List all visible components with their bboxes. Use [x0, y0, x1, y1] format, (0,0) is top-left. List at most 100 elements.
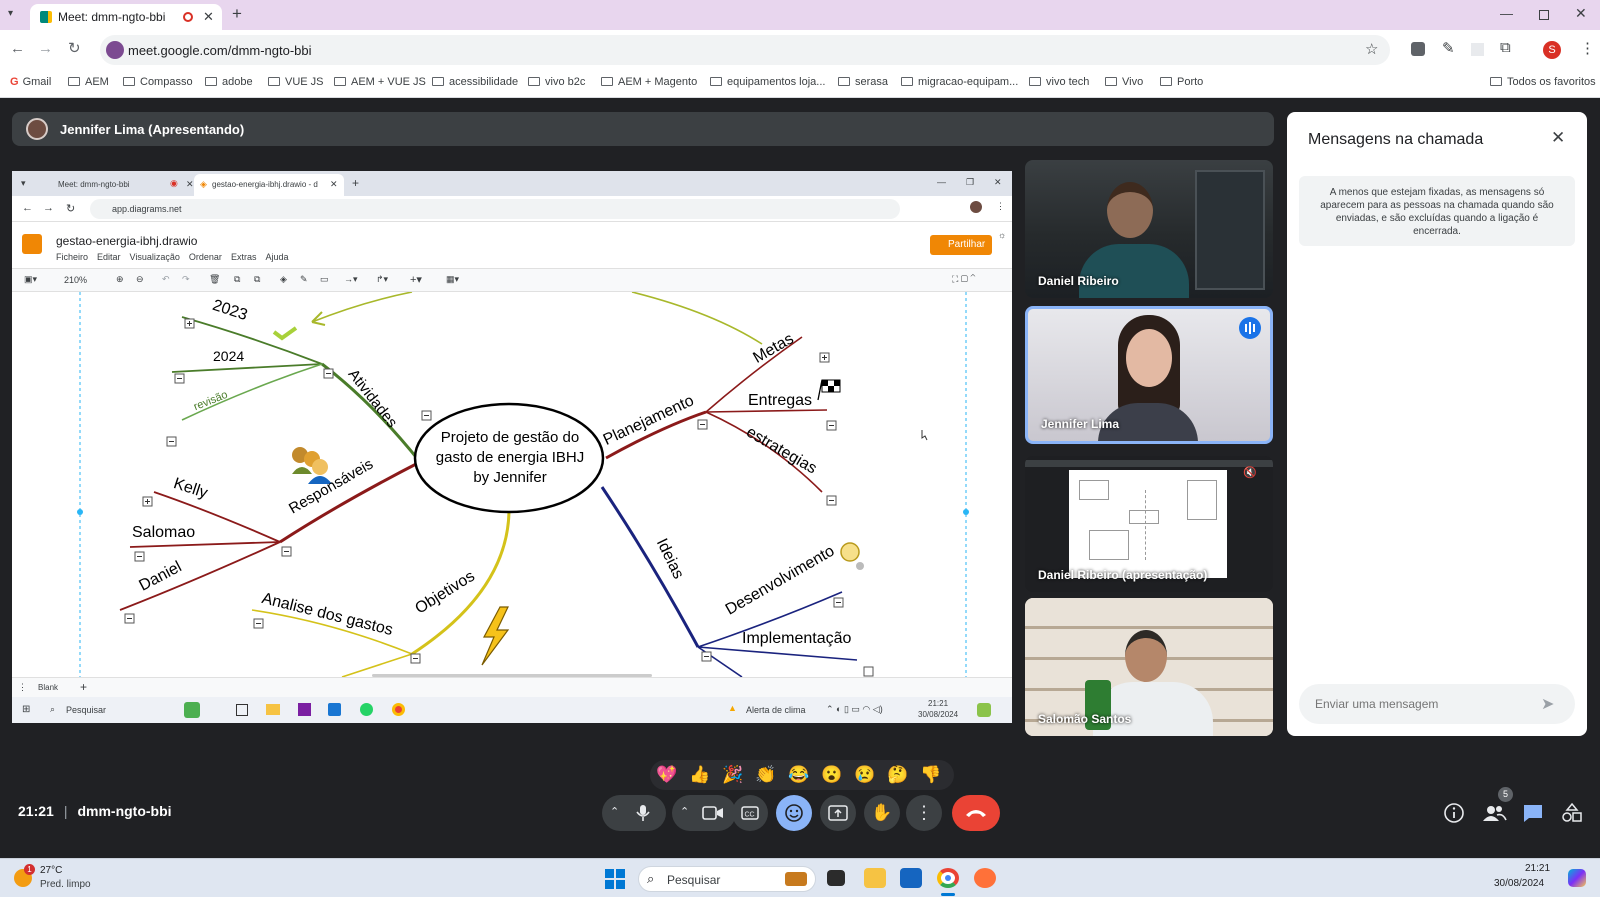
window-close-icon[interactable]: ✕: [1575, 5, 1587, 22]
people-button[interactable]: 5: [1480, 787, 1513, 825]
fullscreen-icon: ⛶ ▢ ⌃: [952, 274, 976, 284]
meeting-info-icon[interactable]: [1440, 801, 1468, 825]
reaction-thinking[interactable]: 🤔: [885, 764, 911, 786]
search-icon: ⌕: [647, 871, 655, 886]
forward-icon: →: [43, 202, 54, 214]
send-icon[interactable]: ➤: [1541, 694, 1554, 714]
tab-list-dropdown-icon[interactable]: ▾: [8, 8, 22, 22]
emoji-reactions-button[interactable]: [776, 795, 812, 831]
folder-icon: [1029, 77, 1041, 86]
captions-button[interactable]: CC: [732, 795, 768, 831]
raise-hand-button[interactable]: ✋: [864, 795, 900, 831]
notification-icon: [977, 703, 991, 717]
delete-icon: 🗑: [209, 274, 221, 284]
bookmark-folder[interactable]: AEM + VUE JS: [334, 76, 426, 88]
recording-indicator-icon: ◉: [170, 178, 178, 188]
bookmark-folder[interactable]: migracao-equipam...: [901, 76, 1018, 88]
extension-blank-icon[interactable]: [1471, 43, 1484, 56]
participant-tile-presentation[interactable]: 🔇 Daniel Ribeiro (apresentação): [1025, 456, 1273, 592]
weather-widget[interactable]: 1 27°C Pred. limpo: [14, 862, 124, 894]
meeting-time-code: 21:21 | dmm-ngto-bbi: [18, 803, 172, 819]
firefox-icon[interactable]: [974, 868, 996, 888]
bookmark-star-icon[interactable]: ☆: [1365, 40, 1378, 58]
bookmark-folder[interactable]: vivo tech: [1029, 76, 1089, 88]
end-call-button[interactable]: [952, 795, 1000, 831]
camera-icon[interactable]: [702, 806, 724, 820]
restore-icon[interactable]: [1539, 10, 1549, 20]
bookmark-folder[interactable]: adobe: [205, 76, 253, 88]
reactions-bar: 💖 👍 🎉 👏 😂 😮 😢 🤔 👎: [650, 760, 954, 790]
bookmark-folder[interactable]: AEM + Magento: [601, 76, 697, 88]
bookmark-folder[interactable]: Porto: [1160, 76, 1203, 88]
bookmark-folder[interactable]: AEM: [68, 76, 109, 88]
reaction-thumbs-down[interactable]: 👎: [918, 764, 944, 786]
reaction-heart[interactable]: 💖: [654, 764, 680, 786]
reaction-laugh[interactable]: 😂: [786, 764, 812, 786]
reaction-surprised[interactable]: 😮: [819, 764, 845, 786]
present-button[interactable]: [820, 795, 856, 831]
browser-menu-icon: ⋮: [996, 201, 1005, 211]
mouse-cursor-icon: [921, 430, 928, 441]
reaction-party[interactable]: 🎉: [720, 764, 746, 786]
reaction-thumbs-up[interactable]: 👍: [687, 764, 713, 786]
bookmark-folder[interactable]: acessibilidade: [432, 76, 518, 88]
browser-menu-icon[interactable]: ⋮: [1580, 39, 1595, 57]
whatsapp-icon: [360, 703, 373, 716]
bookmark-folder[interactable]: VUE JS: [268, 76, 324, 88]
more-options-button[interactable]: ⋮: [906, 795, 942, 831]
participant-tile[interactable]: Salomão Santos: [1025, 598, 1273, 736]
mic-icon[interactable]: [635, 804, 651, 822]
folder-icon: [901, 77, 913, 86]
taskbar-clock-time[interactable]: 21:21: [1525, 863, 1550, 874]
emoji-icon: [785, 804, 803, 822]
more-icon: ⋮: [915, 802, 933, 823]
all-bookmarks[interactable]: Todos os favoritos: [1490, 76, 1596, 88]
address-bar[interactable]: meet.google.com/dmm-ngto-bbi ☆: [100, 35, 1390, 65]
participant-tile[interactable]: Daniel Ribeiro: [1025, 160, 1273, 298]
windows-start-icon[interactable]: [605, 869, 625, 889]
reaction-sad[interactable]: 😢: [852, 764, 878, 786]
minimize-icon[interactable]: —: [1500, 6, 1513, 21]
site-info-icon[interactable]: [106, 41, 124, 59]
taskbar-clock-date[interactable]: 30/08/2024: [1494, 878, 1544, 889]
eyedropper-icon[interactable]: ✎: [1442, 39, 1455, 57]
bookmark-folder[interactable]: Vivo: [1105, 76, 1143, 88]
shared-screen[interactable]: ▾ Meet: dmm-ngto-bbi ◉ ✕ ◈ gestao-energi…: [12, 171, 1012, 723]
chat-info-text: A menos que estejam fixadas, as mensagen…: [1299, 176, 1575, 246]
bookmark-folder[interactable]: vivo b2c: [528, 76, 585, 88]
task-view-icon[interactable]: [827, 870, 845, 886]
activities-icon[interactable]: [1558, 801, 1586, 825]
bookmark-gmail[interactable]: G Gmail: [10, 76, 51, 88]
presentation-thumbnail-page: [1069, 470, 1227, 578]
chrome-taskbar-icon[interactable]: [937, 868, 959, 888]
new-tab-icon[interactable]: +: [232, 4, 242, 24]
tab-close-icon[interactable]: ✕: [203, 9, 214, 25]
browser-tab-meet[interactable]: Meet: dmm-ngto-bbi ✕: [30, 4, 222, 30]
bookmark-folder[interactable]: Compasso: [123, 76, 193, 88]
back-icon[interactable]: ←: [10, 40, 25, 57]
presenter-label: Jennifer Lima (Apresentando): [60, 122, 245, 137]
camera-control-group: ⌃: [672, 795, 736, 831]
windows-search-box[interactable]: ⌕ Pesquisar: [638, 866, 816, 892]
extension-icon[interactable]: [1411, 42, 1425, 56]
chat-title: Mensagens na chamada: [1308, 131, 1484, 148]
bookmark-folder[interactable]: serasa: [838, 76, 888, 88]
windows-taskbar: 1 27°C Pred. limpo ⌕ Pesquisar 21:21 30/…: [0, 858, 1600, 897]
file-explorer-icon[interactable]: [864, 868, 886, 888]
copilot-icon[interactable]: [1568, 869, 1586, 887]
extensions-puzzle-icon[interactable]: ⧉: [1500, 39, 1511, 56]
participant-tile-active-speaker[interactable]: Jennifer Lima: [1025, 306, 1273, 444]
profile-avatar[interactable]: S: [1543, 41, 1561, 59]
chat-icon[interactable]: [1519, 801, 1547, 825]
audio-options-chevron-icon[interactable]: ⌃: [610, 805, 619, 818]
bookmark-folder[interactable]: equipamentos loja...: [710, 76, 825, 88]
line-color-icon: ✎: [300, 274, 308, 284]
close-chat-icon[interactable]: ✕: [1551, 128, 1565, 148]
weather-temperature: 27°C: [40, 865, 63, 876]
chat-message-input[interactable]: [1299, 684, 1575, 724]
store-icon[interactable]: [900, 868, 922, 888]
forward-icon[interactable]: →: [38, 40, 53, 57]
video-options-chevron-icon[interactable]: ⌃: [680, 805, 689, 818]
reload-icon[interactable]: ↻: [68, 39, 81, 57]
reaction-clap[interactable]: 👏: [753, 764, 779, 786]
